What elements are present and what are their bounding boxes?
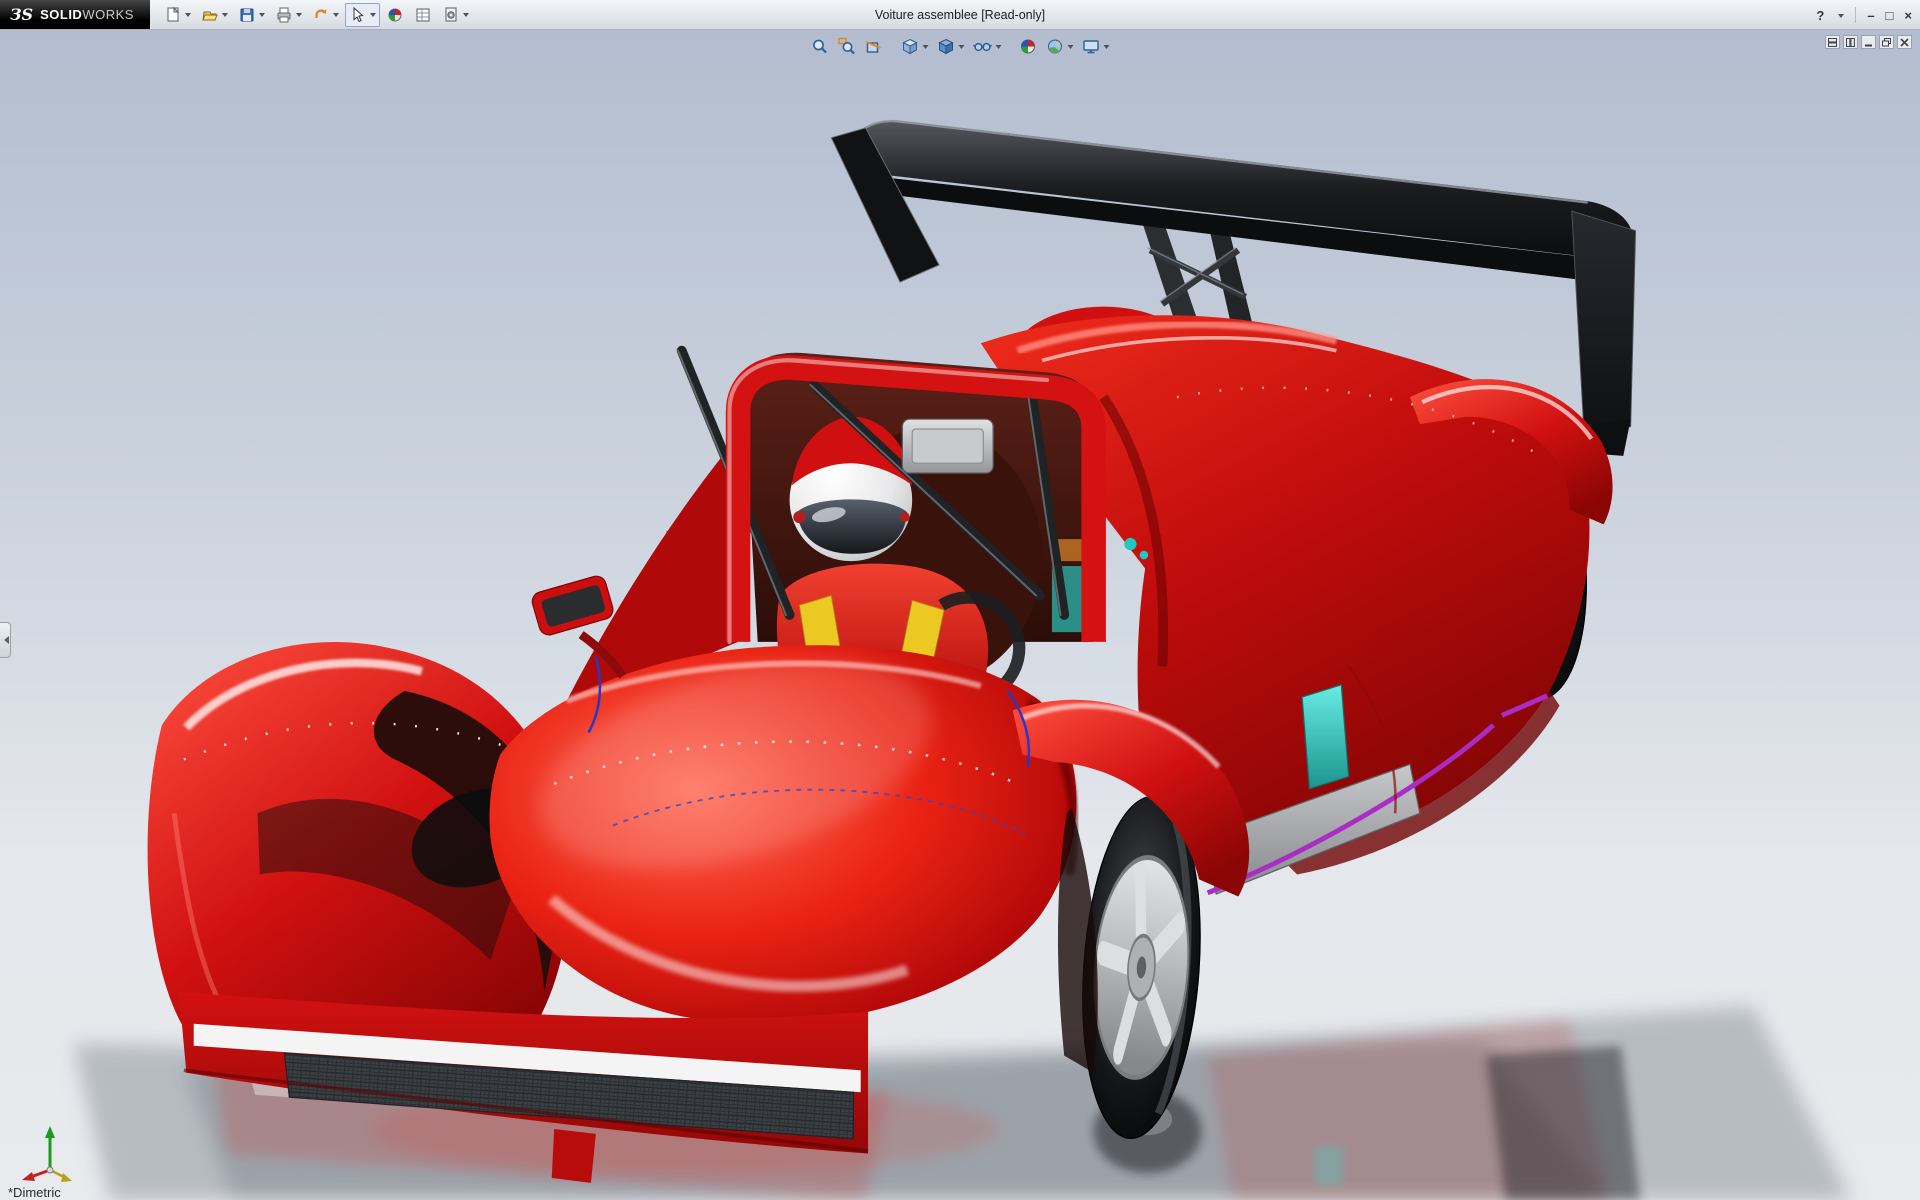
window-controls: ? – □ × (1816, 0, 1912, 30)
chevron-left-icon (0, 636, 9, 644)
chevron-down-icon (222, 13, 228, 20)
undo-icon (312, 6, 330, 24)
close-document-button[interactable] (1897, 35, 1912, 49)
section-view-button[interactable] (863, 36, 886, 57)
tile-vertical-icon (1846, 38, 1855, 47)
undo-button[interactable] (308, 3, 343, 27)
tile-vertical-button[interactable] (1843, 35, 1858, 49)
help-button[interactable]: ? (1816, 9, 1824, 22)
open-icon (201, 6, 219, 24)
chevron-down-icon (959, 45, 965, 52)
close-document-icon (1900, 38, 1909, 47)
title-bar: ЗS SOLIDWORKS (0, 0, 1920, 30)
view-orientation-button[interactable] (899, 36, 931, 57)
zoom-fit-icon (811, 37, 830, 56)
view-orientation-cube-icon (901, 37, 920, 56)
section-view-icon (865, 37, 884, 56)
chevron-down-icon (923, 45, 929, 52)
options-page-icon (442, 6, 460, 24)
restore-document-button[interactable] (1879, 35, 1894, 49)
triad-x-axis[interactable] (22, 1172, 35, 1181)
apply-scene-button[interactable] (1044, 36, 1076, 57)
chevron-down-icon (1104, 45, 1110, 52)
dassault-3ds-glyph: ЗS (10, 5, 33, 24)
solidworks-logo: ЗS SOLIDWORKS (0, 0, 150, 29)
orientation-triad[interactable] (22, 1124, 80, 1186)
edit-appearance-button[interactable] (1017, 36, 1040, 57)
document-window-controls (1825, 35, 1912, 49)
minimize-document-button[interactable] (1861, 35, 1876, 49)
zoom-area-icon (838, 37, 857, 56)
display-style-button[interactable] (935, 36, 967, 57)
view-settings-icon (1082, 37, 1101, 56)
graphics-viewport[interactable]: *Dimetric (0, 30, 1920, 1200)
open-button[interactable] (197, 3, 232, 27)
maximize-button[interactable]: □ (1886, 9, 1894, 22)
chevron-down-icon (185, 13, 191, 20)
3d-model-render[interactable] (0, 30, 1920, 1200)
new-document-button[interactable] (160, 3, 195, 27)
hide-show-items-button[interactable] (971, 36, 1004, 57)
new-document-icon (164, 6, 182, 24)
triad-y-axis[interactable] (45, 1126, 55, 1138)
chevron-down-icon (296, 13, 302, 20)
minimize-button[interactable]: – (1867, 9, 1874, 22)
brand-text-works: WORKS (82, 7, 134, 22)
print-icon (275, 6, 293, 24)
chevron-down-icon (333, 13, 339, 20)
feature-manager-collapse-tab[interactable] (0, 622, 11, 658)
chevron-down-icon (996, 45, 1002, 52)
chevron-down-icon (463, 13, 469, 20)
tile-horizontal-button[interactable] (1825, 35, 1840, 49)
triad-z-axis[interactable] (61, 1173, 72, 1182)
design-table-icon (414, 6, 432, 24)
apply-scene-icon (1046, 37, 1065, 56)
close-button[interactable]: × (1904, 9, 1912, 22)
chevron-down-icon (1838, 14, 1844, 21)
heads-up-view-toolbar (809, 36, 1112, 57)
view-settings-button[interactable] (1080, 36, 1112, 57)
chevron-down-icon (1068, 45, 1074, 52)
select-icon (349, 6, 367, 24)
main-toolbar (160, 0, 473, 29)
zoom-area-button[interactable] (836, 36, 859, 57)
select-button[interactable] (345, 3, 380, 27)
brand-text-solid: SOLID (40, 7, 82, 22)
hide-show-glasses-icon (973, 37, 993, 56)
view-orientation-label: *Dimetric (8, 1185, 61, 1200)
save-icon (238, 6, 256, 24)
chevron-down-icon (259, 13, 265, 20)
zoom-fit-button[interactable] (809, 36, 832, 57)
save-button[interactable] (234, 3, 269, 27)
minimize-document-icon (1864, 38, 1873, 47)
restore-document-icon (1882, 38, 1891, 47)
edit-appearance-icon (1019, 37, 1038, 56)
tile-horizontal-icon (1828, 38, 1837, 47)
design-table-button[interactable] (410, 3, 436, 27)
appearance-button[interactable] (382, 3, 408, 27)
appearance-ball-icon (386, 6, 404, 24)
print-button[interactable] (271, 3, 306, 27)
display-style-icon (937, 37, 956, 56)
window-title: Voiture assemblee [Read-only] (875, 0, 1045, 30)
chevron-down-icon (370, 13, 376, 20)
divider (1855, 7, 1856, 23)
options-button[interactable] (438, 3, 473, 27)
